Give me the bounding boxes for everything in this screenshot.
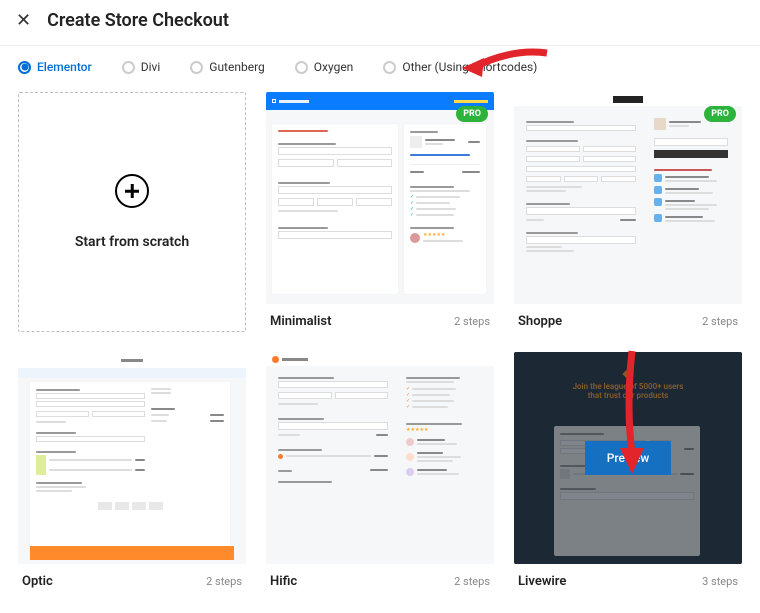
radio-elementor[interactable]: Elementor [18,60,92,74]
radio-label: Oxygen [314,60,354,74]
card-footer: Optic 2 steps [18,564,246,589]
card-footer: Minimalist 2 steps [266,304,494,329]
radio-icon [122,61,135,74]
template-title: Livewire [518,574,566,589]
template-thumbnail: Join the league of 5000+ users that trus… [514,352,742,564]
template-thumbnail: PRO [266,92,494,304]
builder-selector: Elementor Divi Gutenberg Oxygen Other (U… [0,46,760,92]
template-card-optic[interactable]: Optic 2 steps [18,352,246,589]
card-footer: Shoppe 2 steps [514,304,742,329]
preview-button[interactable]: Preview [585,441,672,475]
template-card-livewire[interactable]: Join the league of 5000+ users that trus… [514,352,742,589]
radio-icon [190,61,203,74]
card-footer: Livewire 3 steps [514,564,742,589]
radio-icon [295,61,308,74]
radio-gutenberg[interactable]: Gutenberg [190,60,265,74]
pro-badge: PRO [456,106,488,122]
template-thumbnail: ✓ ✓ ✓ ✓ ★★★★★ [266,352,494,564]
template-card-hific[interactable]: ✓ ✓ ✓ ✓ ★★★★★ [266,352,494,589]
template-card-shoppe[interactable]: PRO [514,92,742,332]
template-card-minimalist[interactable]: PRO [266,92,494,332]
template-title: Minimalist [270,314,331,329]
radio-icon [18,61,31,74]
template-title: Optic [22,574,53,589]
template-steps: 3 steps [702,575,738,588]
start-from-scratch-card[interactable]: Start from scratch [18,92,246,332]
template-steps: 2 steps [454,315,490,328]
template-steps: 2 steps [206,575,242,588]
close-icon[interactable]: ✕ [16,10,31,31]
template-title: Hific [270,574,297,589]
radio-label: Elementor [37,60,92,74]
template-thumbnail: PRO [514,92,742,304]
radio-icon [383,61,396,74]
radio-label: Other (Using Shortcodes) [402,60,537,74]
template-thumbnail [18,352,246,564]
template-grid: Start from scratch PRO [0,92,760,613]
preview-overlay: Preview [514,352,742,564]
pro-badge: PRO [704,106,736,122]
scratch-label: Start from scratch [75,234,189,250]
card-footer: Hific 2 steps [266,564,494,589]
radio-other[interactable]: Other (Using Shortcodes) [383,60,537,74]
radio-oxygen[interactable]: Oxygen [295,60,354,74]
radio-label: Divi [141,60,161,74]
modal-header: ✕ Create Store Checkout [0,0,760,46]
radio-label: Gutenberg [209,60,265,74]
radio-divi[interactable]: Divi [122,60,161,74]
template-steps: 2 steps [702,315,738,328]
plus-circle-icon [115,174,149,208]
page-title: Create Store Checkout [47,10,229,31]
template-steps: 2 steps [454,575,490,588]
template-title: Shoppe [518,314,562,329]
